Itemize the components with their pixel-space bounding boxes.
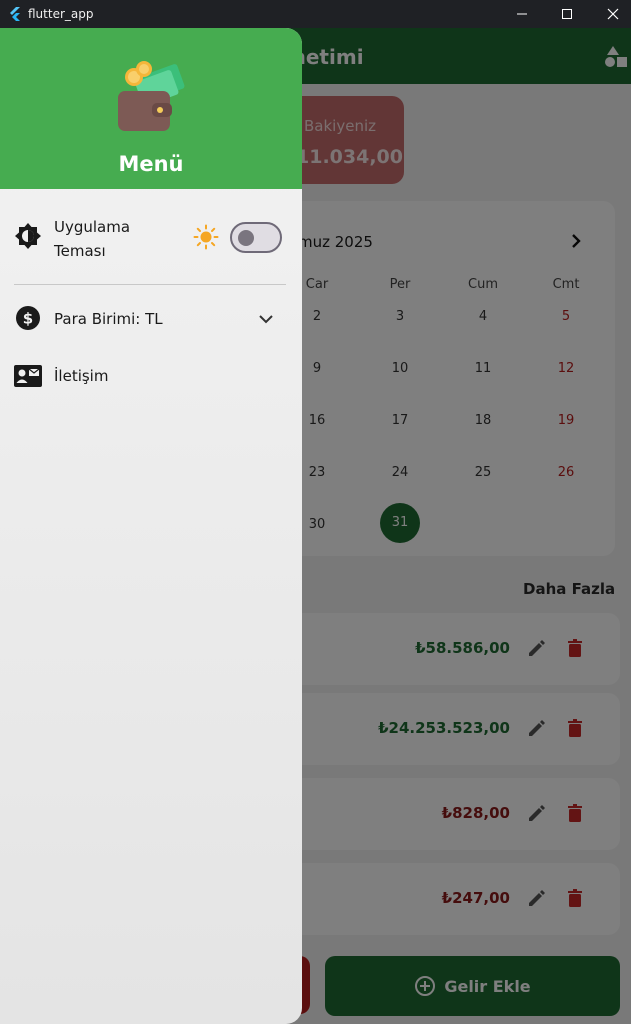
drawer-header: Menü [0,28,302,189]
sun-icon [193,224,219,250]
drawer-title: Menü [118,152,184,176]
flutter-logo-icon [10,7,20,21]
contact-card-icon [14,365,42,387]
chevron-down-icon[interactable] [256,309,276,329]
brightness-icon [15,223,41,249]
wallet-icon [118,61,185,131]
maximize-button[interactable] [544,0,590,28]
maximize-icon [562,9,572,19]
toggle-knob [238,230,254,246]
theme-toggle[interactable] [230,222,282,253]
drawer-divider [14,284,286,285]
navigation-drawer: Menü Uygulama Teması $ Para Birimi: TL İ… [0,28,302,1024]
window-title: flutter_app [28,7,94,21]
dollar-circle-icon: $ [16,306,40,330]
minimize-icon [517,13,527,15]
close-icon [607,8,619,20]
contact-menu-item[interactable]: İletişim [54,367,108,385]
currency-selector[interactable]: Para Birimi: TL [54,310,163,328]
minimize-button[interactable] [499,0,545,28]
close-button[interactable] [590,0,631,28]
window-titlebar: flutter_app [0,0,631,28]
svg-text:$: $ [23,310,33,328]
theme-label: Uygulama Teması [54,218,131,260]
